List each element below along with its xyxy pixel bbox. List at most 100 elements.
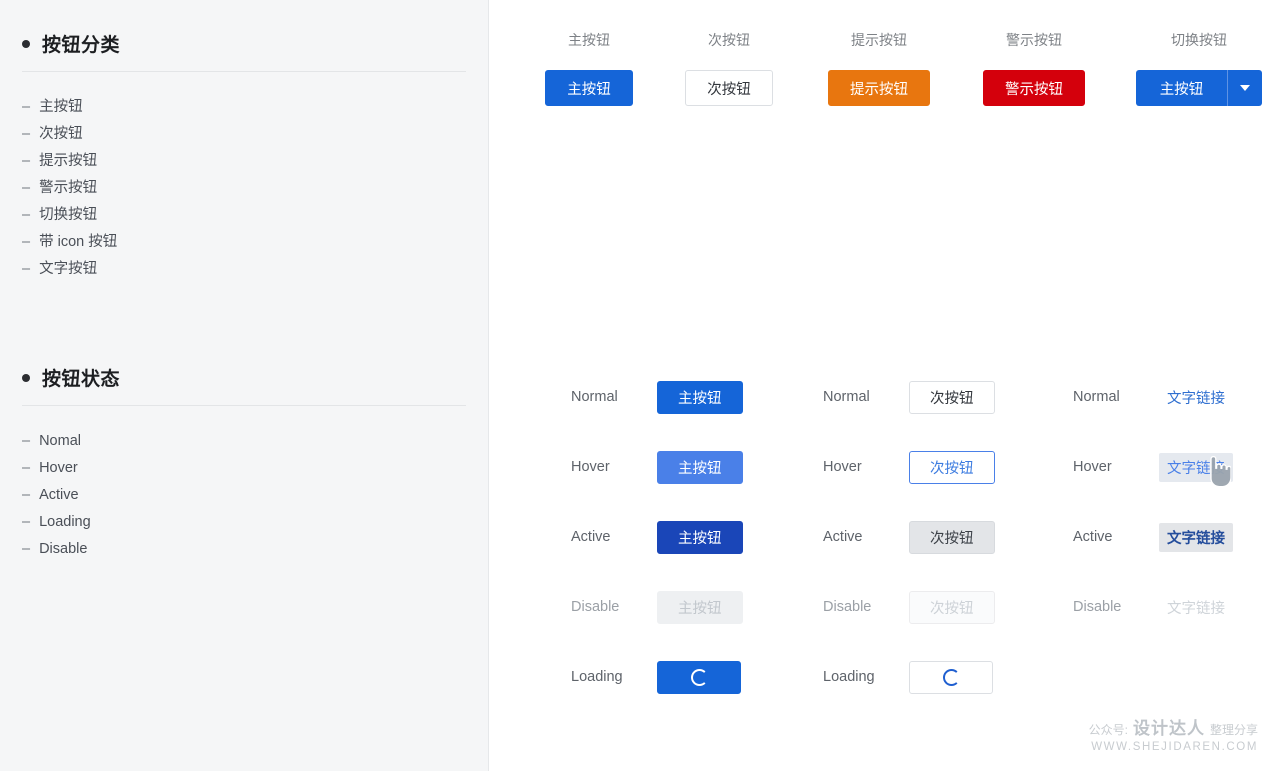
warning-button[interactable]: 提示按钮 — [828, 70, 930, 106]
secondary-button-loading — [909, 660, 993, 694]
secondary-button-hover[interactable]: 次按钮 — [909, 450, 995, 484]
matrix-row-loading: Loading — [823, 642, 995, 712]
sidebar: 按钮分类 – 主按钮 – 次按钮 – 提示按钮 – 警示按钮 – 切换按钮 – … — [0, 0, 489, 771]
list-item-label: 文字按钮 — [39, 261, 98, 277]
list-item[interactable]: – Active — [22, 482, 466, 509]
type-cell-split: 切换按钮 主按钮 — [1119, 30, 1279, 106]
list-item[interactable]: – Nomal — [22, 428, 466, 455]
split-main-action[interactable]: 主按钮 — [1135, 70, 1228, 106]
section-heading: 按钮状态 — [22, 364, 466, 405]
type-button-wrap: 主按钮 — [1119, 70, 1279, 106]
state-control: 文字链接 — [1159, 522, 1233, 552]
state-control: 主按钮 — [657, 590, 743, 624]
state-label: Loading — [823, 669, 875, 685]
state-control — [909, 660, 993, 694]
loading-spinner-icon — [942, 668, 960, 686]
state-label: Active — [571, 529, 611, 545]
section-divider — [22, 71, 466, 72]
primary-button-loading — [657, 660, 741, 694]
bullet-icon — [22, 373, 30, 382]
text-link-active[interactable]: 文字链接 — [1159, 522, 1233, 552]
list-item[interactable]: – Hover — [22, 455, 466, 482]
chevron-down-icon — [1240, 85, 1251, 91]
state-control: 次按钮 — [909, 450, 995, 484]
list-item-label: Nomal — [39, 433, 81, 449]
state-label: Loading — [571, 669, 623, 685]
type-button-wrap: 提示按钮 — [814, 70, 944, 106]
type-cell-danger: 警示按钮 警示按钮 — [969, 30, 1099, 106]
type-button-wrap: 警示按钮 — [969, 70, 1099, 106]
state-control: 次按钮 — [909, 520, 995, 554]
state-label: Disable — [1073, 599, 1122, 615]
state-label: Normal — [571, 389, 618, 405]
type-cell-warning: 提示按钮 提示按钮 — [814, 30, 944, 106]
type-label: 提示按钮 — [851, 32, 907, 48]
matrix-row-active: Active 主按钮 — [571, 502, 743, 572]
text-link-normal[interactable]: 文字链接 — [1159, 383, 1233, 412]
list-item-label: 切换按钮 — [39, 207, 98, 223]
state-label: Disable — [823, 599, 872, 615]
state-label: Active — [1073, 529, 1113, 545]
list-item[interactable]: – 次按钮 — [22, 121, 466, 148]
state-label: Hover — [823, 459, 862, 475]
list-item[interactable]: – Loading — [22, 509, 466, 536]
secondary-button-normal[interactable]: 次按钮 — [909, 380, 995, 414]
matrix-column-primary: Normal 主按钮 Hover 主按钮 Active 主按钮 Disable … — [571, 362, 743, 712]
primary-button[interactable]: 主按钮 — [545, 70, 633, 106]
dash-marker: – — [22, 180, 31, 196]
list-item[interactable]: – 主按钮 — [22, 94, 466, 121]
list-item[interactable]: – 提示按钮 — [22, 148, 466, 175]
list-item[interactable]: – 文字按钮 — [22, 256, 466, 283]
list-item[interactable]: – Disable — [22, 536, 466, 563]
matrix-row-active: Active 次按钮 — [823, 502, 995, 572]
matrix-column-link: Normal 文字链接 Hover 文字链接 Active 文字链接 Disab… — [1073, 362, 1233, 642]
list-item-label: 带 icon 按钮 — [39, 234, 118, 250]
type-button-wrap: 次按钮 — [669, 70, 789, 106]
watermark-suffix: 整理分享 — [1209, 723, 1258, 737]
danger-button[interactable]: 警示按钮 — [983, 70, 1085, 106]
list-item[interactable]: – 切换按钮 — [22, 202, 466, 229]
list-item-label: Disable — [39, 541, 88, 557]
mouse-cursor-icon — [1205, 455, 1232, 488]
dash-marker: – — [22, 153, 31, 169]
matrix-row-hover: Hover 主按钮 — [571, 432, 743, 502]
dash-marker: – — [22, 261, 31, 277]
secondary-button-active[interactable]: 次按钮 — [909, 520, 995, 554]
matrix-row-hover: Hover 次按钮 — [823, 432, 995, 502]
state-label: Hover — [1073, 459, 1112, 475]
type-button-wrap: 主按钮 — [529, 70, 649, 106]
type-label: 次按钮 — [708, 32, 750, 48]
secondary-button[interactable]: 次按钮 — [685, 70, 773, 106]
dash-marker: – — [22, 126, 31, 142]
state-control: 主按钮 — [657, 380, 743, 414]
type-label: 警示按钮 — [1006, 32, 1062, 48]
primary-button-hover[interactable]: 主按钮 — [657, 450, 743, 484]
primary-button-normal[interactable]: 主按钮 — [657, 380, 743, 414]
main-content: 主按钮 主按钮 次按钮 次按钮 提示按钮 提示按钮 警示按钮 警示按钮 切换按钮… — [489, 0, 1280, 771]
dash-marker: – — [22, 487, 31, 503]
list-item-label: 警示按钮 — [39, 180, 98, 196]
dash-marker: – — [22, 99, 31, 115]
page-root: 按钮分类 – 主按钮 – 次按钮 – 提示按钮 – 警示按钮 – 切换按钮 – … — [0, 0, 1280, 771]
state-label: Active — [823, 529, 863, 545]
matrix-row-disable: Disable 次按钮 — [823, 572, 995, 642]
split-dropdown-toggle[interactable] — [1228, 70, 1263, 106]
section-title: 按钮状态 — [42, 369, 121, 390]
list-item[interactable]: – 警示按钮 — [22, 175, 466, 202]
watermark-url: WWW.SHEJIDAREN.COM — [1091, 741, 1258, 753]
matrix-row-normal: Normal 主按钮 — [571, 362, 743, 432]
button-types-row: 主按钮 主按钮 次按钮 次按钮 提示按钮 提示按钮 警示按钮 警示按钮 切换按钮… — [489, 30, 1280, 140]
section-divider — [22, 405, 466, 406]
state-control: 文字链接 — [1159, 383, 1233, 412]
dash-marker: – — [22, 541, 31, 557]
sidebar-list-categories: – 主按钮 – 次按钮 – 提示按钮 – 警示按钮 – 切换按钮 – 带 ico… — [22, 94, 466, 283]
sidebar-section-categories: 按钮分类 – 主按钮 – 次按钮 – 提示按钮 – 警示按钮 – 切换按钮 – … — [22, 30, 466, 283]
list-item[interactable]: – 带 icon 按钮 — [22, 229, 466, 256]
split-toggle-button[interactable]: 主按钮 — [1135, 70, 1263, 106]
primary-button-active[interactable]: 主按钮 — [657, 520, 743, 554]
state-label: Normal — [823, 389, 870, 405]
section-title: 按钮分类 — [42, 35, 121, 56]
dash-marker: – — [22, 234, 31, 250]
watermark-prefix: 公众号: — [1088, 723, 1128, 737]
type-cell-secondary: 次按钮 次按钮 — [669, 30, 789, 106]
